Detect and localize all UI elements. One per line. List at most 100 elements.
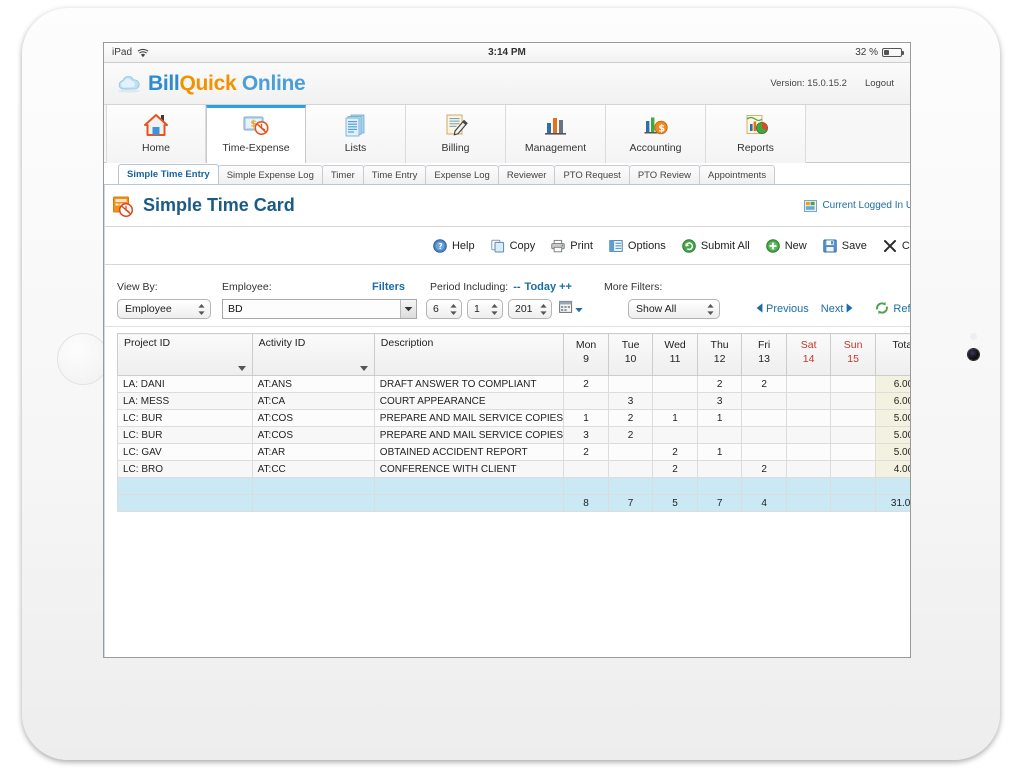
- activity-id-filter-chevron-down-icon[interactable]: [359, 366, 368, 371]
- period-year-spinner[interactable]: 201: [508, 299, 552, 319]
- cell-project-id[interactable]: LC: BUR: [117, 409, 253, 427]
- cell-project-id[interactable]: LA: DANI: [117, 375, 253, 393]
- cell-fri[interactable]: [741, 477, 787, 495]
- cell-tue[interactable]: [607, 477, 654, 495]
- cell-project-id[interactable]: LA: MESS: [117, 392, 253, 410]
- cell-wed[interactable]: 2: [652, 443, 698, 461]
- sub-tab-appointments[interactable]: Appointments: [698, 165, 776, 184]
- cell-description[interactable]: DRAFT ANSWER TO COMPLIANT: [373, 375, 565, 393]
- cell-mon[interactable]: 2: [563, 375, 609, 393]
- cell-wed[interactable]: [652, 477, 698, 495]
- cell-activity-id[interactable]: AT:AR: [251, 443, 375, 461]
- cell-sat[interactable]: [785, 460, 832, 478]
- table-row[interactable]: LA: DANI AT:ANS DRAFT ANSWER TO COMPLIAN…: [117, 375, 910, 393]
- cell-tue[interactable]: 2: [607, 409, 654, 427]
- submit-all-button[interactable]: Submit All: [682, 238, 750, 253]
- sub-tab-simple-time-entry[interactable]: Simple Time Entry: [118, 164, 219, 184]
- cell-project-id[interactable]: LC: BRO: [117, 460, 253, 478]
- cell-fri[interactable]: [741, 426, 787, 444]
- nav-tab-reports[interactable]: Reports: [706, 105, 806, 163]
- column-header-sun[interactable]: Sun 15: [830, 333, 876, 376]
- sub-tab-expense-log[interactable]: Expense Log: [425, 165, 499, 184]
- cell-fri[interactable]: [741, 409, 787, 427]
- next-page-link[interactable]: Next: [821, 302, 854, 316]
- calendar-picker-button[interactable]: [559, 300, 583, 319]
- nav-tab-lists[interactable]: Lists: [306, 105, 406, 163]
- column-header-thu[interactable]: Thu 12: [696, 333, 743, 376]
- table-row[interactable]: LC: BRO AT:CC CONFERENCE WITH CLIENT 2 2: [117, 460, 910, 478]
- column-header-fri[interactable]: Fri 13: [741, 333, 787, 376]
- nav-tab-management[interactable]: Management: [506, 105, 606, 163]
- cell-mon[interactable]: [563, 392, 609, 410]
- sub-tab-pto-review[interactable]: PTO Review: [628, 165, 700, 184]
- column-header-description[interactable]: Description: [373, 333, 565, 376]
- current-logged-in-users-link[interactable]: Current Logged In Users: [804, 199, 910, 212]
- cell-sun[interactable]: [830, 460, 876, 478]
- period-month-spinner[interactable]: 6: [426, 299, 462, 319]
- new-button[interactable]: New: [765, 238, 807, 253]
- cell-sat[interactable]: [785, 443, 832, 461]
- filters-link[interactable]: Filters: [372, 281, 430, 293]
- cell-thu[interactable]: [696, 460, 743, 478]
- cell-wed[interactable]: 2: [652, 460, 698, 478]
- column-header-tue[interactable]: Tue 10: [607, 333, 654, 376]
- cell-description[interactable]: [373, 477, 565, 495]
- cell-project-id[interactable]: LC: BUR: [117, 426, 253, 444]
- column-header-activity-id[interactable]: Activity ID: [251, 333, 375, 376]
- save-button[interactable]: Save: [823, 239, 867, 253]
- sub-tab-simple-expense-log[interactable]: Simple Expense Log: [217, 165, 323, 184]
- cell-description[interactable]: PREPARE AND MAIL SERVICE COPIES: [373, 409, 565, 427]
- cell-thu[interactable]: 2: [696, 375, 743, 393]
- cell-tue[interactable]: 3: [607, 392, 654, 410]
- cell-thu[interactable]: 1: [696, 409, 743, 427]
- cell-mon[interactable]: [563, 477, 609, 495]
- cell-fri[interactable]: [741, 392, 787, 410]
- column-header-mon[interactable]: Mon 9: [563, 333, 609, 376]
- cell-sun[interactable]: [830, 477, 876, 495]
- previous-page-link[interactable]: Previous: [756, 302, 809, 316]
- cell-sat[interactable]: [785, 409, 832, 427]
- nav-tab-accounting[interactable]: $ Accounting: [606, 105, 706, 163]
- cell-activity-id[interactable]: AT:ANS: [251, 375, 375, 393]
- cell-mon[interactable]: 1: [563, 409, 609, 427]
- table-row[interactable]: LC: GAV AT:AR OBTAINED ACCIDENT REPORT 2…: [117, 443, 910, 461]
- cell-sun[interactable]: [830, 443, 876, 461]
- sub-tab-time-entry[interactable]: Time Entry: [362, 165, 427, 184]
- cell-description[interactable]: COURT APPEARANCE: [373, 392, 565, 410]
- cell-tue[interactable]: [607, 460, 654, 478]
- cell-wed[interactable]: 1: [652, 409, 698, 427]
- print-button[interactable]: Print: [551, 239, 593, 253]
- cell-description[interactable]: CONFERENCE WITH CLIENT: [373, 460, 565, 478]
- cell-activity-id[interactable]: AT:COS: [251, 409, 375, 427]
- nav-tab-time-expense[interactable]: $ Time-Expense: [206, 105, 306, 163]
- cell-sat[interactable]: [785, 392, 832, 410]
- column-header-sat[interactable]: Sat 14: [785, 333, 832, 376]
- new-entry-row[interactable]: [117, 477, 910, 495]
- copy-button[interactable]: Copy: [490, 239, 535, 253]
- cell-thu[interactable]: [696, 426, 743, 444]
- view-by-select[interactable]: Employee: [117, 299, 211, 319]
- cell-project-id[interactable]: LC: GAV: [117, 443, 253, 461]
- period-prev-link[interactable]: --: [513, 281, 520, 293]
- more-filters-select[interactable]: Show All: [628, 299, 720, 319]
- cell-fri[interactable]: 2: [741, 375, 787, 393]
- table-row[interactable]: LA: MESS AT:CA COURT APPEARANCE 3 3 6.0: [117, 392, 910, 410]
- home-button[interactable]: [57, 333, 109, 385]
- cell-sat[interactable]: [785, 426, 832, 444]
- column-header-project-id[interactable]: Project ID: [117, 333, 253, 376]
- cell-mon[interactable]: 2: [563, 443, 609, 461]
- app-logo[interactable]: BillQuick Online: [116, 72, 306, 96]
- cell-fri[interactable]: 2: [741, 460, 787, 478]
- employee-combo-chevron-down-icon[interactable]: [400, 300, 416, 318]
- cell-sun[interactable]: [830, 375, 876, 393]
- cell-activity-id[interactable]: [251, 477, 375, 495]
- cell-tue[interactable]: [607, 375, 654, 393]
- period-next-link[interactable]: ++: [559, 281, 572, 293]
- cell-activity-id[interactable]: AT:CC: [251, 460, 375, 478]
- cell-wed[interactable]: [652, 426, 698, 444]
- logout-link[interactable]: Logout: [865, 78, 894, 89]
- cell-mon[interactable]: 3: [563, 426, 609, 444]
- cell-sun[interactable]: [830, 392, 876, 410]
- period-day-spinner[interactable]: 1: [467, 299, 503, 319]
- cell-description[interactable]: PREPARE AND MAIL SERVICE COPIES: [373, 426, 565, 444]
